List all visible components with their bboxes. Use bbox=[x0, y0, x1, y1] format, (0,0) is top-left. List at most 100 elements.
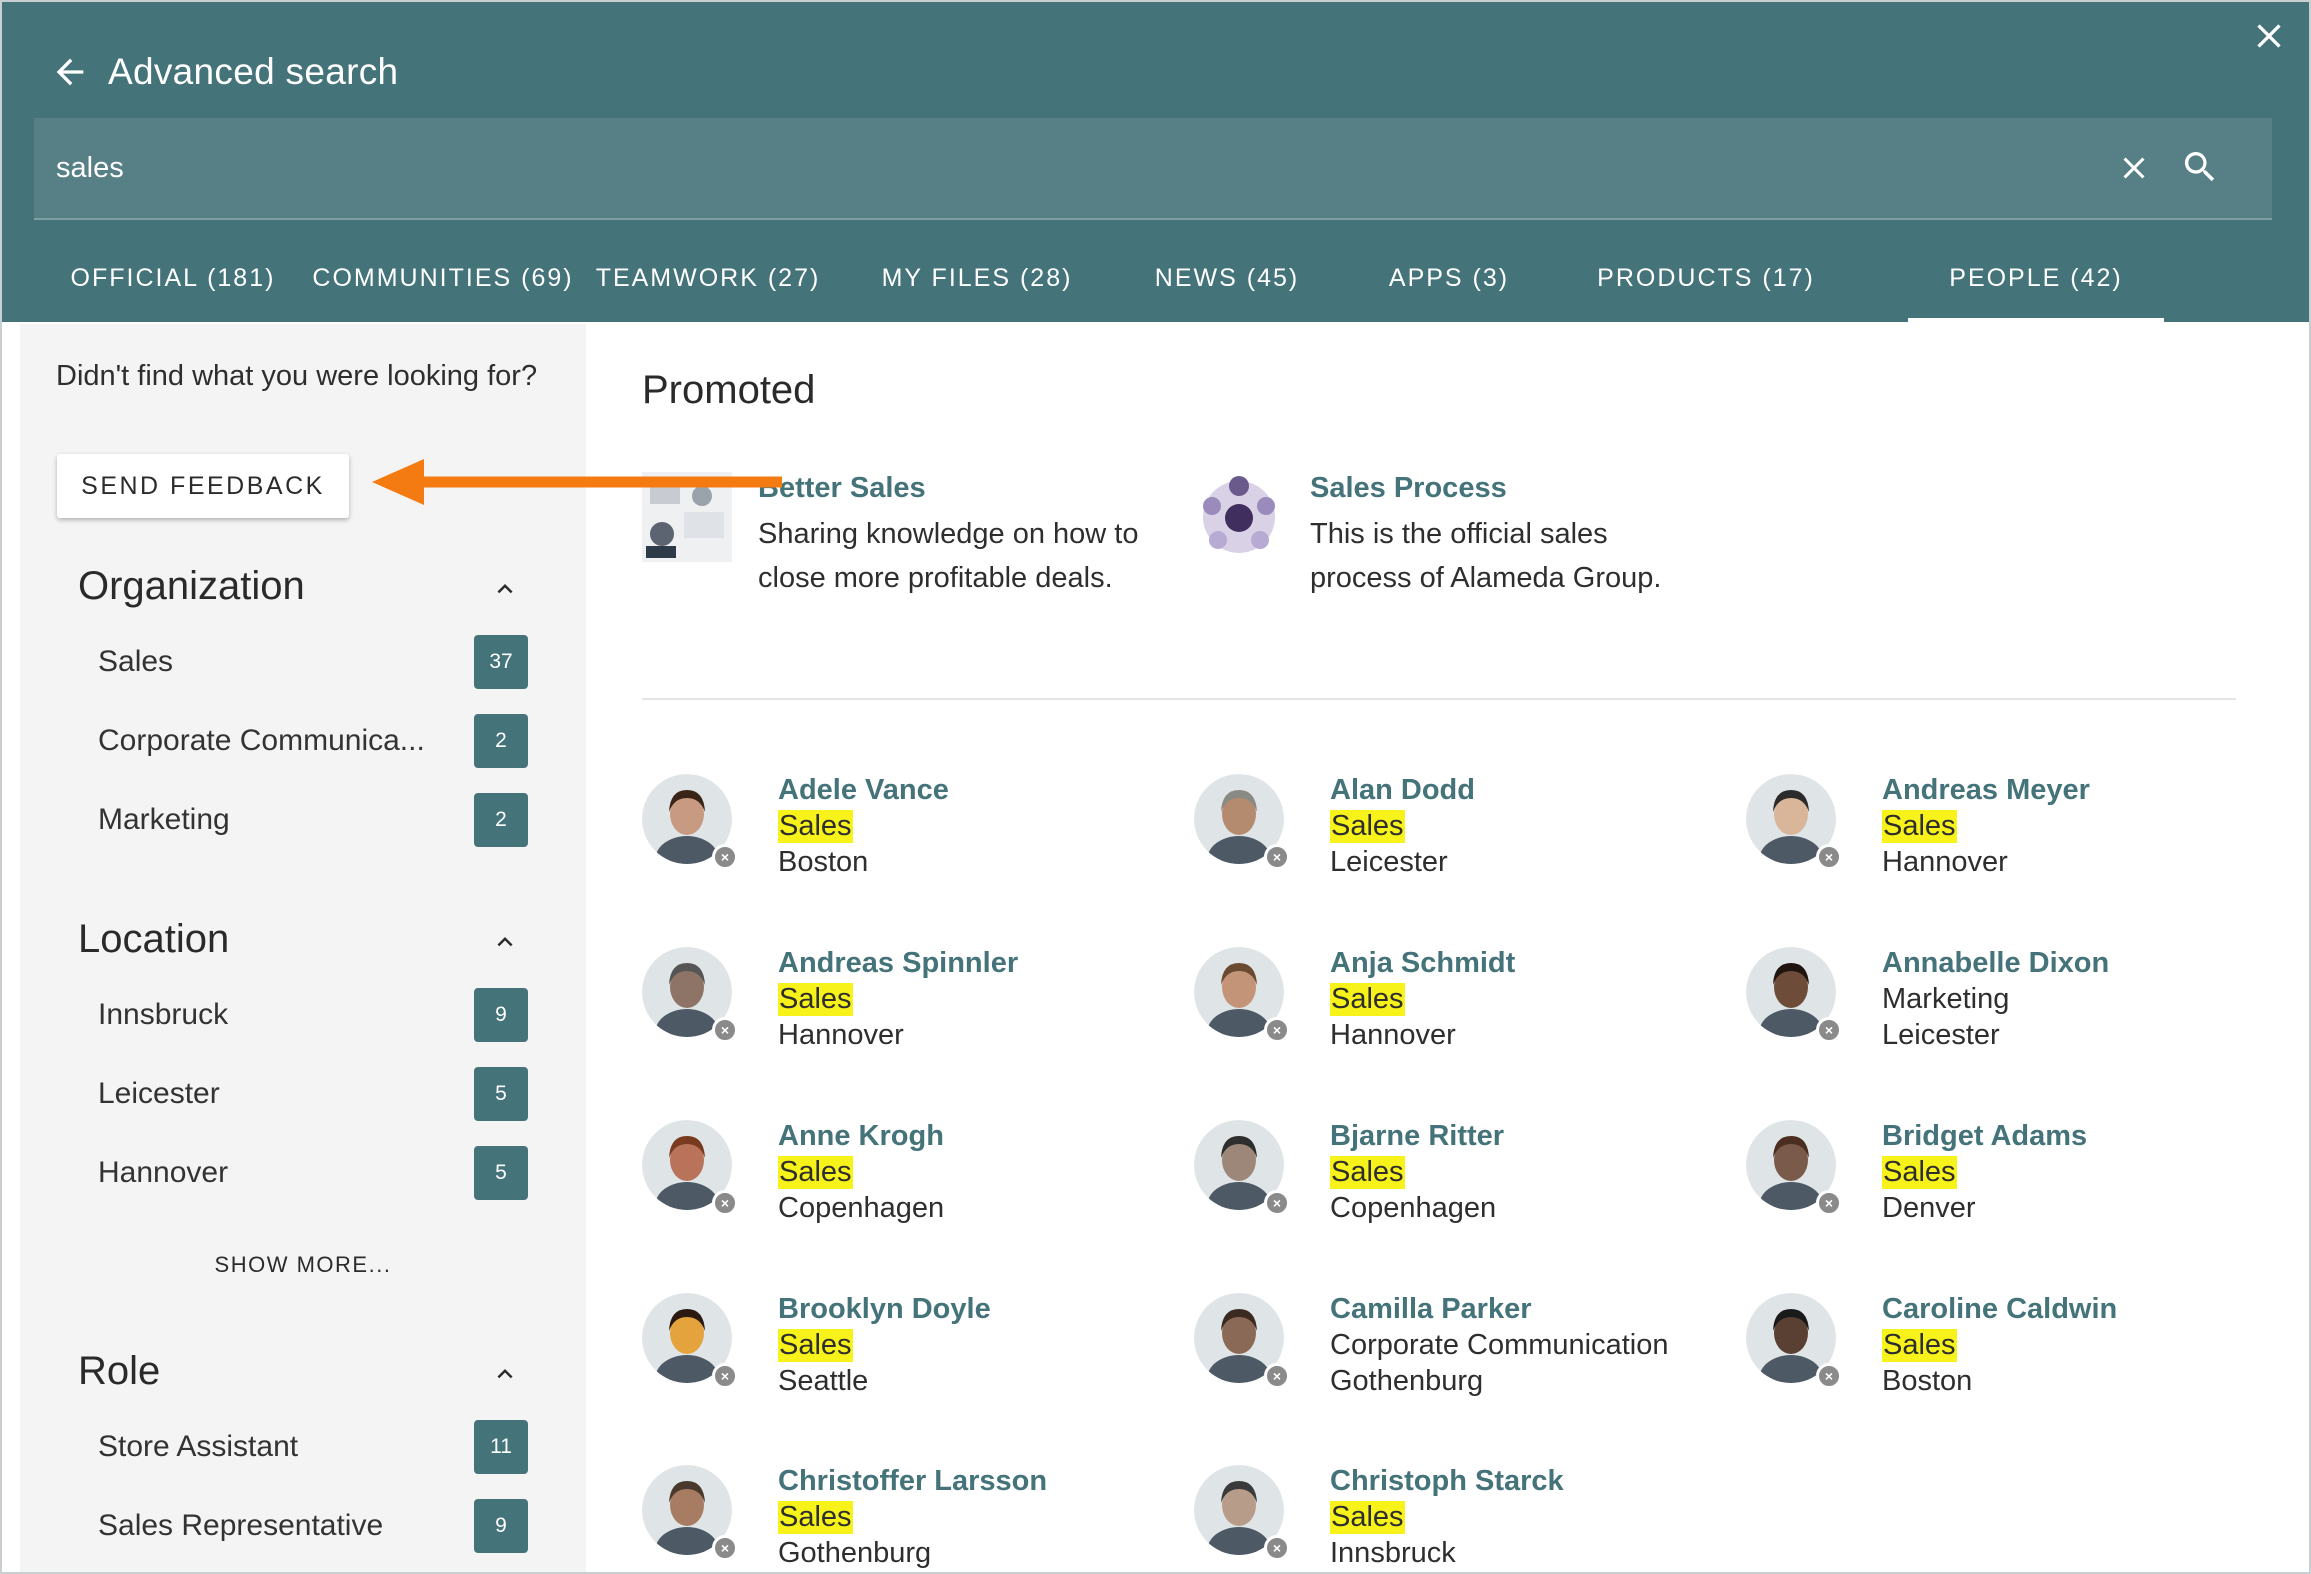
count-badge: 5 bbox=[474, 1067, 528, 1121]
tab-people[interactable]: PEOPLE (42) bbox=[1908, 250, 2164, 322]
facet-item-label: Sales Representative bbox=[98, 1509, 384, 1542]
person-name[interactable]: Caroline Caldwin bbox=[1882, 1293, 2117, 1326]
facet-item-label: Leicester bbox=[98, 1077, 220, 1110]
filter-sidebar: Didn't find what you were looking for? S… bbox=[20, 324, 586, 1572]
person-card[interactable]: × Christoffer Larsson Sales Gothenburg bbox=[642, 1465, 1182, 1572]
tab-news[interactable]: NEWS (45) bbox=[1112, 250, 1342, 322]
person-name[interactable]: Andreas Spinnler bbox=[778, 947, 1018, 980]
tab-teamwork[interactable]: TEAMWORK (27) bbox=[574, 250, 842, 322]
presence-offline-icon: × bbox=[1816, 1363, 1842, 1389]
person-name[interactable]: Bjarne Ritter bbox=[1330, 1120, 1504, 1153]
tab-products[interactable]: PRODUCTS (17) bbox=[1556, 250, 1856, 322]
chevron-up-icon[interactable] bbox=[490, 927, 520, 957]
facet-item-corporate-communication[interactable]: Corporate Communica... 2 bbox=[98, 713, 528, 769]
search-input[interactable] bbox=[56, 118, 2056, 218]
facet-item-store-assistant[interactable]: Store Assistant 11 bbox=[98, 1419, 528, 1475]
facet-title-location: Location bbox=[78, 917, 230, 961]
presence-offline-icon: × bbox=[1816, 1190, 1842, 1216]
person-name[interactable]: Bridget Adams bbox=[1882, 1120, 2087, 1153]
presence-offline-icon: × bbox=[1264, 1363, 1290, 1389]
person-card[interactable]: × Brooklyn Doyle Sales Seattle bbox=[642, 1293, 1182, 1433]
person-card[interactable]: × Camilla Parker Corporate Communication Go… bbox=[1194, 1293, 1734, 1433]
person-card[interactable]: × Bjarne Ritter Sales Copenhagen bbox=[1194, 1120, 1734, 1260]
person-department: Sales bbox=[778, 1329, 853, 1362]
presence-offline-icon: × bbox=[1816, 1017, 1842, 1043]
presence-offline-icon: × bbox=[1816, 844, 1842, 870]
feedback-question: Didn't find what you were looking for? bbox=[56, 360, 538, 392]
person-location: Gothenburg bbox=[778, 1537, 932, 1569]
person-name[interactable]: Camilla Parker bbox=[1330, 1293, 1532, 1326]
clear-search-icon[interactable] bbox=[2116, 150, 2152, 186]
person-name[interactable]: Annabelle Dixon bbox=[1882, 947, 2109, 980]
send-feedback-button[interactable]: SEND FEEDBACK bbox=[57, 454, 349, 518]
person-location: Gothenburg bbox=[1330, 1365, 1484, 1397]
person-card[interactable]: × Anja Schmidt Sales Hannover bbox=[1194, 947, 1734, 1087]
presence-offline-icon: × bbox=[1264, 844, 1290, 870]
person-card[interactable]: × Andreas Spinnler Sales Hannover bbox=[642, 947, 1182, 1087]
promoted-description: This is the official sales process of Al… bbox=[1310, 518, 1662, 594]
facet-title-organization: Organization bbox=[78, 564, 305, 608]
count-badge: 9 bbox=[474, 1499, 528, 1553]
tab-my-files[interactable]: MY FILES (28) bbox=[842, 250, 1112, 322]
chevron-up-icon[interactable] bbox=[490, 574, 520, 604]
chevron-up-icon[interactable] bbox=[490, 1359, 520, 1389]
person-card[interactable]: × Anne Krogh Sales Copenhagen bbox=[642, 1120, 1182, 1260]
close-icon[interactable] bbox=[2249, 16, 2289, 56]
person-department: Sales bbox=[778, 983, 853, 1016]
back-arrow-icon[interactable] bbox=[50, 52, 90, 92]
person-name[interactable]: Brooklyn Doyle bbox=[778, 1293, 991, 1326]
person-card[interactable]: × Annabelle Dixon Marketing Leicester bbox=[1746, 947, 2286, 1087]
promoted-title[interactable]: Sales Process bbox=[1310, 472, 1507, 505]
tab-communities[interactable]: COMMUNITIES (69) bbox=[312, 250, 574, 322]
presence-offline-icon: × bbox=[1264, 1190, 1290, 1216]
facet-item-label: Hannover bbox=[98, 1156, 229, 1189]
annotation-arrow-icon bbox=[372, 459, 782, 505]
person-location: Copenhagen bbox=[778, 1192, 945, 1224]
presence-offline-icon: × bbox=[1264, 1535, 1290, 1561]
person-name[interactable]: Adele Vance bbox=[778, 774, 949, 807]
person-name[interactable]: Anja Schmidt bbox=[1330, 947, 1515, 980]
person-name[interactable]: Alan Dodd bbox=[1330, 774, 1475, 807]
count-badge: 11 bbox=[474, 1420, 528, 1474]
facet-item-leicester[interactable]: Leicester 5 bbox=[98, 1066, 528, 1122]
search-icon[interactable] bbox=[2180, 147, 2220, 187]
presence-offline-icon: × bbox=[1264, 1017, 1290, 1043]
person-department: Sales bbox=[778, 1156, 853, 1189]
section-divider bbox=[642, 698, 2236, 700]
person-department: Sales bbox=[778, 810, 853, 843]
tab-apps[interactable]: APPS (3) bbox=[1342, 250, 1556, 322]
presence-offline-icon: × bbox=[712, 1535, 738, 1561]
person-name[interactable]: Andreas Meyer bbox=[1882, 774, 2090, 807]
person-location: Innsbruck bbox=[1330, 1537, 1456, 1569]
promoted-heading: Promoted bbox=[642, 368, 816, 412]
facet-item-sales[interactable]: Sales 37 bbox=[98, 634, 528, 690]
facet-item-label: Innsbruck bbox=[98, 998, 229, 1031]
page-title: Advanced search bbox=[108, 51, 399, 92]
advanced-search-dialog: Advanced search OFFICIAL (181) COMMUNITI… bbox=[0, 0, 2311, 1574]
facet-item-innsbruck[interactable]: Innsbruck 9 bbox=[98, 987, 528, 1043]
person-card[interactable]: × Bridget Adams Sales Denver bbox=[1746, 1120, 2286, 1260]
person-name[interactable]: Christoph Starck bbox=[1330, 1465, 1564, 1498]
person-name[interactable]: Anne Krogh bbox=[778, 1120, 944, 1153]
person-card[interactable]: × Christoph Starck Sales Innsbruck bbox=[1194, 1465, 1734, 1572]
person-card[interactable]: × Adele Vance Sales Boston bbox=[642, 774, 1182, 914]
tab-official[interactable]: OFFICIAL (181) bbox=[34, 250, 312, 322]
presence-offline-icon: × bbox=[712, 1017, 738, 1043]
promoted-description: Sharing knowledge on how to close more p… bbox=[758, 518, 1139, 594]
presence-offline-icon: × bbox=[712, 844, 738, 870]
facet-item-sales-representative[interactable]: Sales Representative 9 bbox=[98, 1498, 528, 1554]
result-tabs: OFFICIAL (181) COMMUNITIES (69) TEAMWORK… bbox=[34, 250, 2272, 322]
facet-item-hannover[interactable]: Hannover 5 bbox=[98, 1145, 528, 1201]
person-card[interactable]: × Caroline Caldwin Sales Boston bbox=[1746, 1293, 2286, 1433]
person-name[interactable]: Christoffer Larsson bbox=[778, 1465, 1047, 1498]
person-department: Marketing bbox=[1882, 983, 2010, 1015]
person-card[interactable]: × Andreas Meyer Sales Hannover bbox=[1746, 774, 2286, 914]
person-card[interactable]: × Alan Dodd Sales Leicester bbox=[1194, 774, 1734, 914]
count-badge: 2 bbox=[474, 714, 528, 768]
presence-offline-icon: × bbox=[712, 1363, 738, 1389]
person-department: Sales bbox=[1882, 1329, 1957, 1362]
show-more-link[interactable]: SHOW MORE... bbox=[20, 1252, 586, 1278]
person-location: Hannover bbox=[1882, 846, 2008, 878]
facet-item-marketing[interactable]: Marketing 2 bbox=[98, 792, 528, 848]
person-location: Copenhagen bbox=[1330, 1192, 1497, 1224]
